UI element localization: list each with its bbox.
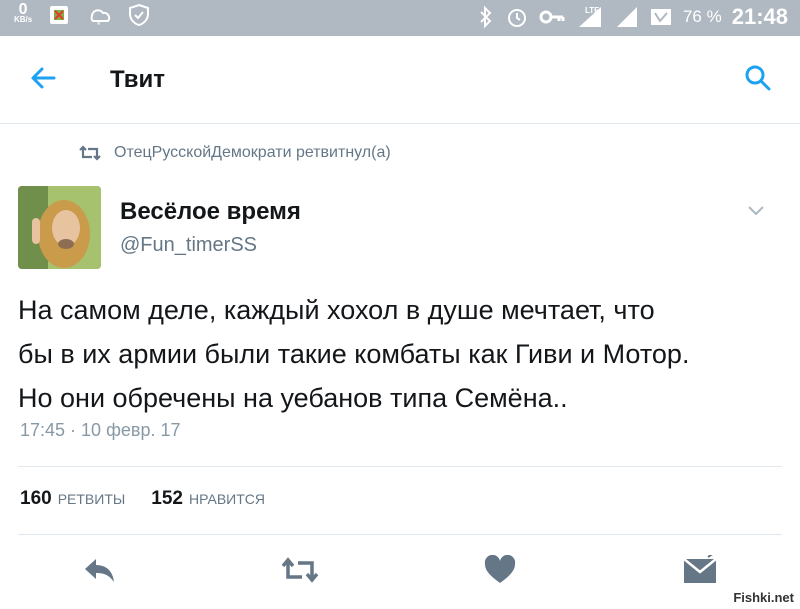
tweet-text-line: бы в их армии были такие комбаты как Гив… [18,339,690,369]
network-speed: 0 KB/s [14,1,33,25]
status-bar: 0 KB/s * LTE 76 % 21:48 [0,0,800,36]
reply-button[interactable] [80,550,120,590]
retweet-icon [79,145,101,161]
retweets-count[interactable]: 160 [20,488,52,510]
reply-icon [85,559,114,582]
key-icon [539,10,565,24]
signal-icon [616,7,637,27]
tweet-timestamp: 17:45 · 10 февр. 17 [20,420,181,440]
likes-count[interactable]: 152 [151,488,183,510]
divider [18,534,782,535]
message-icon [683,555,717,583]
weather-icon: * [90,9,111,28]
watermark: Fishki.net [733,590,794,605]
signal-icon: LTE [578,6,601,27]
battery-percent: 76 % [682,7,722,26]
tweet-text-line: На самом деле, каждый хохол в душе мечта… [18,295,655,325]
retweeted-by[interactable]: ОтецРусскойДемократи ретвитнул(а) [78,144,391,162]
clock: 21:48 [731,4,788,29]
message-button[interactable] [680,550,720,590]
tweet-stats: 160 РЕТВИТЫ 152 НРАВИТСЯ [20,488,265,510]
retweet-button[interactable] [280,550,320,590]
svg-text:*: * [97,20,101,28]
network-speed-value: 0 [18,1,28,18]
battery-icon [650,9,671,25]
alarm-icon [507,9,526,27]
retweet-icon [281,557,319,583]
retweets-label[interactable]: РЕТВИТЫ [58,491,126,507]
bluetooth-icon [480,5,492,29]
avatar[interactable] [18,186,101,269]
author-name[interactable]: Весёлое время [120,198,301,226]
divider [18,466,782,467]
tweet-text-line: Но они обречены на уебанов типа Семёна.. [18,383,568,413]
likes-label[interactable]: НРАВИТСЯ [189,491,265,507]
arrow-left-icon[interactable] [28,62,60,94]
vpn-shield-icon [129,3,150,27]
app-bar: Твит [0,36,800,124]
like-icon [484,555,516,583]
retweeted-by-label: ОтецРусскойДемократи ретвитнул(а) [114,144,391,161]
author-handle[interactable]: @Fun_timerSS [120,234,257,257]
network-speed-unit: KB/s [14,15,33,24]
chevron-down-icon[interactable] [744,198,768,222]
like-button[interactable] [480,550,520,590]
page-title: Твит [110,66,166,93]
tweet-text: На самом деле, каждый хохол в душе мечта… [18,288,788,420]
search-icon[interactable] [742,62,774,94]
download-icon [50,6,69,24]
